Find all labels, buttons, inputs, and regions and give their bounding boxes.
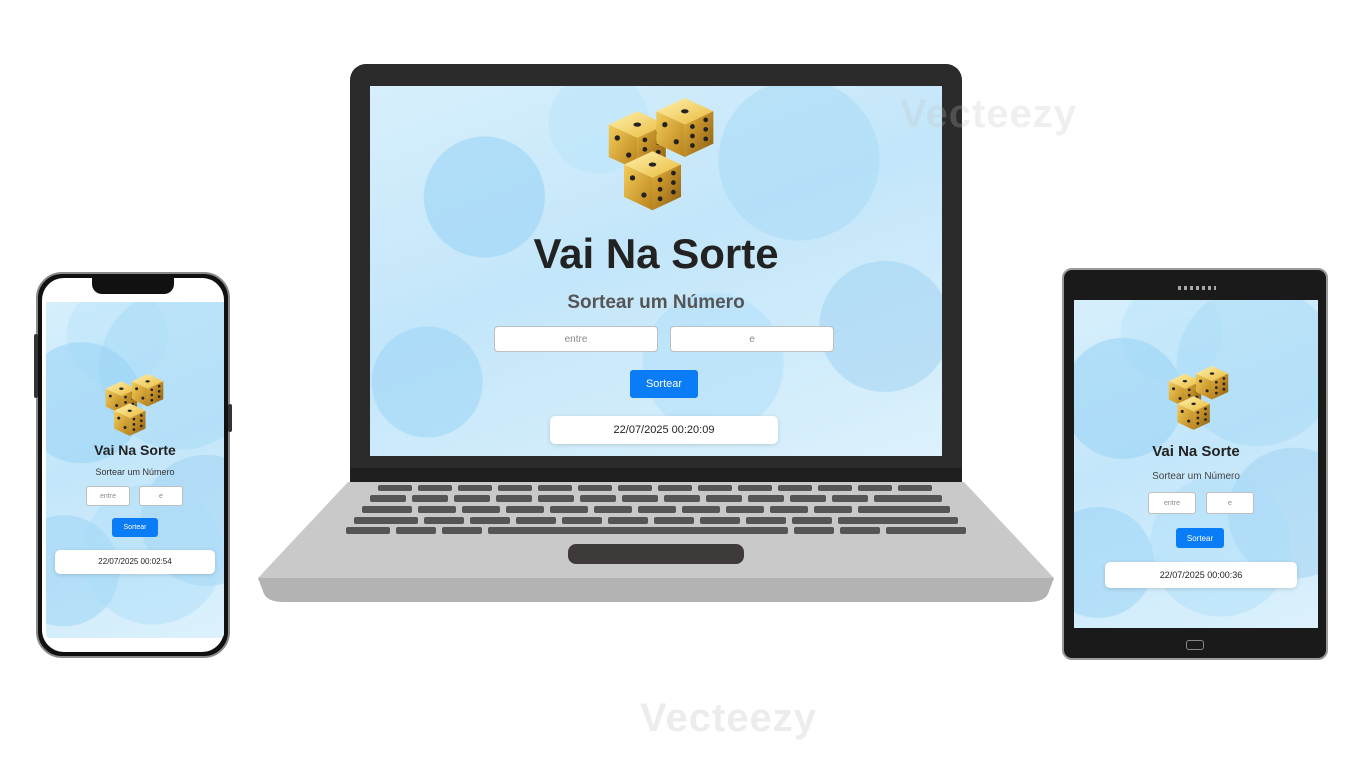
- app-subtitle: Sortear um Número: [95, 467, 175, 477]
- result-display: 22/07/2025 00:20:09: [550, 416, 778, 444]
- draw-button[interactable]: Sortear: [1176, 528, 1224, 548]
- app-title: Vai Na Sorte: [94, 442, 176, 458]
- laptop-touchpad: [568, 544, 744, 564]
- range-from-input[interactable]: [494, 326, 658, 352]
- range-to-input[interactable]: [139, 486, 183, 506]
- draw-button[interactable]: Sortear: [112, 518, 158, 537]
- app-subtitle: Sortear um Número: [1152, 471, 1240, 482]
- app-title: Vai Na Sorte: [1152, 443, 1240, 460]
- range-to-input[interactable]: [670, 326, 834, 352]
- tablet-device: Vai Na Sorte Sortear um Número Sortear 2…: [1062, 268, 1328, 660]
- phone-device: Vai Na Sorte Sortear um Número Sortear 2…: [34, 272, 232, 658]
- phone-volume-button: [34, 334, 38, 398]
- dice-logo: [105, 374, 165, 438]
- phone-power-button: [228, 404, 232, 432]
- tablet-screen: Vai Na Sorte Sortear um Número Sortear 2…: [1074, 300, 1318, 628]
- draw-button[interactable]: Sortear: [630, 370, 698, 398]
- range-from-input[interactable]: [86, 486, 130, 506]
- phone-screen: Vai Na Sorte Sortear um Número Sortear 2…: [46, 302, 224, 638]
- result-display: 22/07/2025 00:02:54: [55, 550, 215, 574]
- tablet-home-button[interactable]: [1186, 640, 1204, 650]
- laptop-device: Vai Na Sorte Sortear um Número Sortear 2…: [258, 64, 1054, 606]
- phone-notch: [92, 276, 174, 294]
- laptop-screen: Vai Na Sorte Sortear um Número Sortear 2…: [370, 86, 942, 456]
- app-title: Vai Na Sorte: [533, 230, 779, 277]
- laptop-keyboard: [346, 485, 966, 534]
- watermark-text: Vecteezy: [640, 696, 818, 740]
- range-from-input[interactable]: [1148, 492, 1196, 514]
- tablet-camera-dots: [1178, 286, 1216, 290]
- laptop-hinge: [350, 468, 962, 482]
- dice-logo: [1168, 366, 1230, 432]
- result-display: 22/07/2025 00:00:36: [1105, 562, 1297, 588]
- app-subtitle: Sortear um Número: [567, 292, 745, 313]
- dice-logo: [608, 98, 716, 214]
- range-to-input[interactable]: [1206, 492, 1254, 514]
